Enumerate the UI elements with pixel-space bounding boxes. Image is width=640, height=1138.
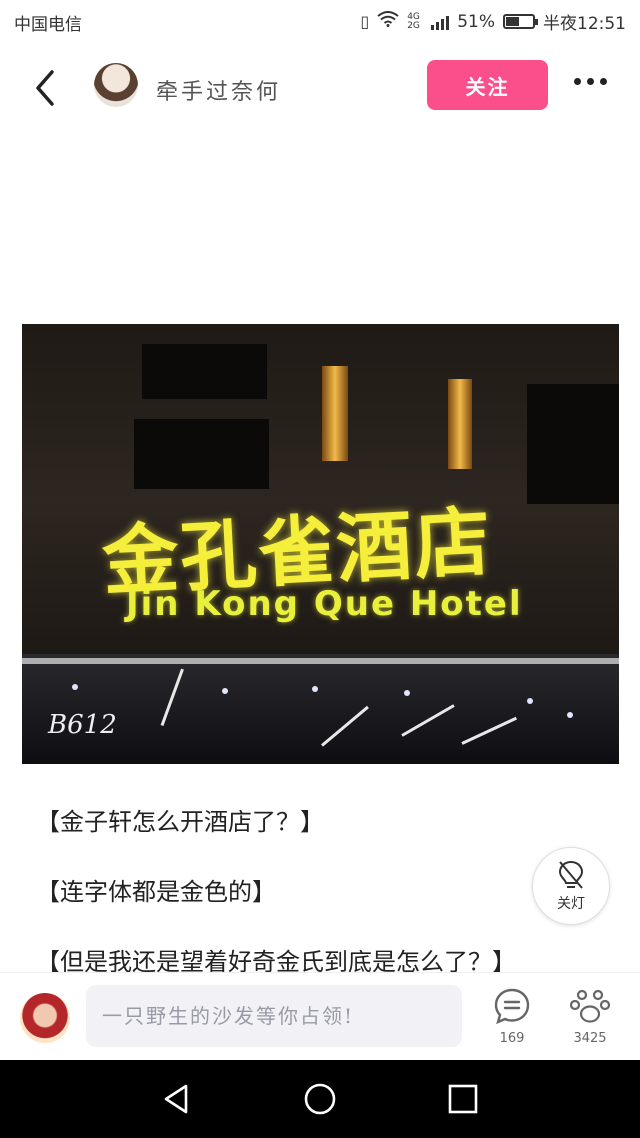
comment-icon — [494, 988, 530, 1025]
post-paragraph: 【连字体都是金色的】 — [36, 878, 276, 906]
canopy-streak — [461, 716, 518, 745]
more-dots-icon — [574, 78, 581, 85]
lights-off-button[interactable]: 关灯 — [532, 847, 610, 925]
like-button[interactable]: 3425 — [560, 987, 620, 1046]
comments-button[interactable]: 169 — [482, 987, 542, 1046]
comment-count: 169 — [499, 1031, 525, 1046]
canopy-streak — [401, 704, 455, 737]
network-type-label: 4G 2G — [407, 11, 420, 31]
lightbulb-icon — [558, 860, 584, 889]
square-recents-icon — [448, 1084, 478, 1114]
clock: 半夜12:51 — [543, 14, 626, 34]
wall-light — [448, 379, 472, 469]
building-window — [527, 384, 619, 504]
canopy-light — [567, 712, 573, 718]
building-window — [142, 344, 267, 399]
b612-watermark: B612 — [48, 710, 117, 740]
nav-recents-button[interactable] — [446, 1082, 480, 1116]
signal-icon — [431, 14, 450, 30]
post-paragraph: 【金子轩怎么开酒店了？】 — [36, 808, 324, 836]
author-avatar[interactable] — [94, 63, 138, 107]
battery-percent: 51% — [457, 11, 495, 32]
canopy-streak — [321, 705, 369, 747]
nav-home-button[interactable] — [303, 1082, 337, 1116]
comment-input[interactable] — [86, 985, 462, 1047]
canopy-light — [72, 684, 78, 690]
paw-icon — [569, 989, 611, 1023]
more-dot — [600, 78, 607, 85]
comment-bar: 169 3425 — [0, 972, 640, 1061]
canopy-light — [312, 686, 318, 692]
back-arrow-icon — [36, 70, 54, 106]
vibrate-icon: ▯ — [360, 12, 370, 31]
canopy-light — [527, 698, 533, 704]
system-nav-bar — [0, 1060, 640, 1138]
canopy-edge — [22, 658, 619, 664]
entrance-canopy — [22, 654, 619, 764]
status-bar: 中国电信 ▯ 4G 2G 51% 半夜12:51 — [0, 0, 640, 44]
carrier-label: 中国电信 — [14, 15, 82, 35]
follow-button[interactable]: 关注 — [427, 60, 548, 110]
nav-back-button[interactable] — [160, 1082, 194, 1116]
canopy-streak — [160, 668, 184, 727]
post-header: 牵手过奈何 关注 — [0, 44, 640, 128]
canopy-light — [222, 688, 228, 694]
battery-icon — [503, 14, 538, 29]
more-dot — [587, 78, 594, 85]
status-right: ▯ 4G 2G 51% 半夜12:51 — [360, 9, 626, 34]
canopy-light — [404, 690, 410, 696]
circle-home-icon — [304, 1083, 336, 1115]
triangle-back-icon — [164, 1084, 188, 1114]
wall-light — [322, 366, 348, 461]
hotel-sign-english: Jin Kong Que Hotel — [126, 584, 523, 624]
author-name[interactable]: 牵手过奈何 — [156, 74, 281, 106]
back-button[interactable] — [24, 66, 68, 110]
like-count: 3425 — [573, 1031, 607, 1046]
more-button[interactable] — [574, 78, 607, 85]
lights-off-label: 关灯 — [557, 896, 585, 912]
post-image[interactable]: 金孔雀酒店 Jin Kong Que Hotel B612 — [22, 324, 619, 764]
wifi-icon — [377, 11, 399, 32]
building-window — [134, 419, 269, 489]
user-avatar[interactable] — [20, 993, 70, 1043]
